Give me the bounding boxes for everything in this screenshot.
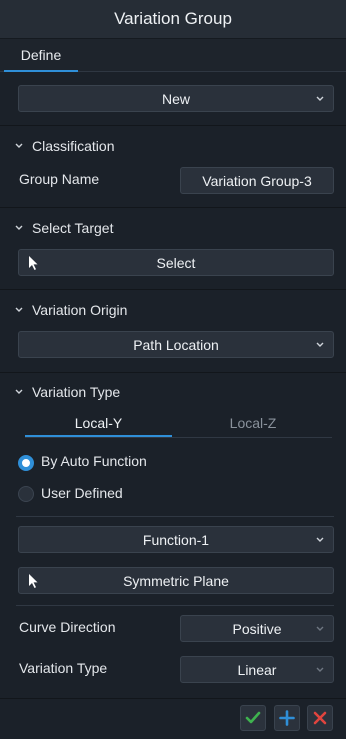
- window-title: Variation Group: [114, 9, 232, 28]
- select-target-header[interactable]: Select Target: [14, 217, 113, 239]
- variation-origin-dropdown[interactable]: Path Location: [18, 331, 334, 358]
- variation-origin-value: Path Location: [133, 336, 219, 353]
- select-button-label: Select: [156, 254, 196, 271]
- tab-define[interactable]: Define: [4, 39, 78, 72]
- add-button[interactable]: [274, 705, 300, 731]
- divider: [16, 516, 334, 517]
- chevron-down-icon: [316, 342, 324, 347]
- footer-bar: [0, 699, 346, 739]
- classification-header[interactable]: Classification: [14, 135, 114, 157]
- variation-type-dropdown[interactable]: Linear: [180, 656, 334, 683]
- subtab-underline-track: [25, 437, 332, 438]
- classification-title: Classification: [32, 138, 115, 154]
- chevron-down-icon: [15, 389, 23, 394]
- chevron-down-icon: [15, 307, 23, 312]
- variation-type-title: Variation Type: [32, 384, 121, 400]
- cancel-button[interactable]: [307, 705, 333, 731]
- close-icon: [313, 711, 327, 725]
- chevron-down-icon: [316, 537, 324, 542]
- cursor-pointer-icon: [29, 573, 38, 588]
- chevron-down-icon: [15, 225, 23, 230]
- radio-by-auto-function-label: By Auto Function: [41, 453, 147, 469]
- select-target-title: Select Target: [32, 220, 114, 236]
- radio-by-auto-function[interactable]: [18, 455, 34, 471]
- variation-origin-header[interactable]: Variation Origin: [14, 299, 127, 321]
- plus-icon: [279, 710, 295, 726]
- group-name-value: Variation Group-3: [202, 172, 312, 189]
- group-name-field[interactable]: Variation Group-3: [180, 167, 334, 194]
- chevron-down-icon: [316, 667, 324, 672]
- radio-user-defined-label: User Defined: [41, 485, 123, 501]
- variation-origin-title: Variation Origin: [32, 302, 128, 318]
- divider: [16, 605, 334, 606]
- subtab-local-y[interactable]: Local-Y: [25, 411, 172, 437]
- mode-dropdown-value: New: [161, 90, 190, 107]
- cursor-pointer-icon: [29, 255, 38, 270]
- function-dropdown-value: Function-1: [142, 531, 210, 548]
- curve-direction-value: Positive: [232, 620, 282, 637]
- subtab-local-z[interactable]: Local-Z: [178, 411, 328, 435]
- chevron-down-icon: [316, 626, 324, 631]
- variation-type-value: Linear: [237, 661, 277, 678]
- select-button[interactable]: Select: [18, 249, 334, 276]
- variation-type-section: Variation Type Local-Y Local-Z By Auto F…: [0, 373, 346, 699]
- chevron-down-icon: [15, 143, 23, 148]
- curve-direction-label: Curve Direction: [19, 619, 116, 635]
- variation-type-label: Variation Type: [19, 660, 108, 676]
- confirm-button[interactable]: [240, 705, 266, 731]
- classification-section: Classification Group Name Variation Grou…: [0, 126, 346, 208]
- check-icon: [245, 711, 261, 724]
- symmetric-plane-button[interactable]: Symmetric Plane: [18, 567, 334, 594]
- variation-origin-section: Variation Origin Path Location: [0, 290, 346, 373]
- symmetric-plane-label: Symmetric Plane: [123, 572, 229, 589]
- window-title-bar: Variation Group: [0, 0, 346, 39]
- group-name-label: Group Name: [19, 171, 100, 187]
- radio-user-defined[interactable]: [18, 486, 34, 502]
- function-dropdown[interactable]: Function-1: [18, 526, 334, 553]
- tab-bar: Define: [0, 39, 346, 72]
- mode-section: New: [0, 72, 346, 126]
- variation-type-header[interactable]: Variation Type: [14, 381, 120, 403]
- chevron-down-icon: [316, 96, 324, 101]
- mode-dropdown[interactable]: New: [18, 85, 334, 112]
- curve-direction-dropdown[interactable]: Positive: [180, 615, 334, 642]
- select-target-section: Select Target Select: [0, 208, 346, 290]
